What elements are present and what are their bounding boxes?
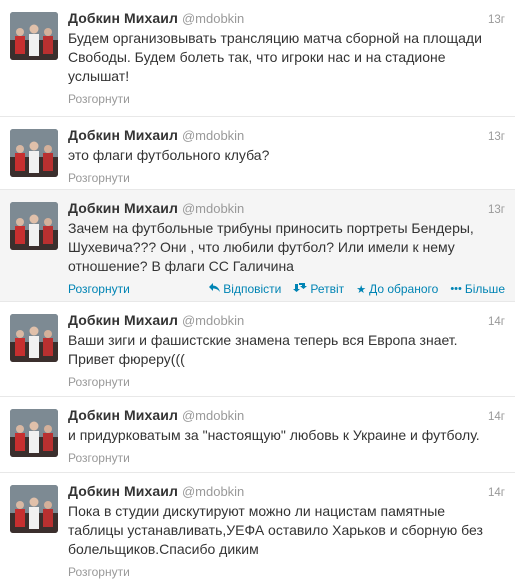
tweet-timestamp[interactable]: 13г xyxy=(488,14,505,26)
author-fullname[interactable]: Добкин Михаил xyxy=(68,127,178,143)
tweet-footer: Розгорнути xyxy=(68,559,505,585)
tweet-footer: Розгорнути xyxy=(68,165,505,191)
tweet-header: Добкин Михаил @mdobkin 13г xyxy=(68,200,505,218)
tweet-text: Пока в студии дискутируют можно ли нацис… xyxy=(68,503,483,557)
author-username[interactable]: @mdobkin xyxy=(182,201,244,216)
tweet-header: Добкин Михаил @mdobkin 14г xyxy=(68,407,505,425)
author-fullname[interactable]: Добкин Михаил xyxy=(68,10,178,26)
retweet-action[interactable]: Ретвіт xyxy=(293,282,344,296)
tweet-header: Добкин Михаил @mdobkin 13г xyxy=(68,127,505,145)
tweet-text: Зачем на футбольные трибуны приносить по… xyxy=(68,220,474,274)
tweet-footer: Розгорнути xyxy=(68,86,505,112)
tweet-footer: Розгорнути xyxy=(68,369,505,395)
retweet-icon xyxy=(293,283,308,295)
tweet-text: Ваши зиги и фашистские знамена теперь вс… xyxy=(68,332,458,367)
author-username[interactable]: @mdobkin xyxy=(182,484,244,499)
expand-link[interactable]: Розгорнути xyxy=(68,565,130,579)
favorite-action[interactable]: ★ До обраного xyxy=(356,282,438,296)
tweet[interactable]: Добкин Михаил @mdobkin 14г и придурковат… xyxy=(0,397,515,473)
tweet-timestamp[interactable]: 14г xyxy=(488,411,505,423)
group-photo-avatar[interactable] xyxy=(10,314,58,362)
tweet-actions: Відповісти Ретвіт ★ До обраного ••• Біль… xyxy=(197,282,505,296)
tweet-timestamp[interactable]: 13г xyxy=(488,131,505,143)
author-username[interactable]: @mdobkin xyxy=(182,128,244,143)
group-photo-avatar[interactable] xyxy=(10,409,58,457)
author-fullname[interactable]: Добкин Михаил xyxy=(68,200,178,216)
more-action[interactable]: ••• Більше xyxy=(450,282,505,296)
tweet[interactable]: Добкин Михаил @mdobkin 14г Пока в студии… xyxy=(0,473,515,587)
tweet[interactable]: Добкин Михаил @mdobkin 14г Ваши зиги и ф… xyxy=(0,302,515,397)
group-photo-avatar[interactable] xyxy=(10,12,58,60)
author-username[interactable]: @mdobkin xyxy=(182,313,244,328)
tweet[interactable]: Добкин Михаил @mdobkin 13г это флаги фут… xyxy=(0,117,515,190)
ellipsis-icon: ••• xyxy=(450,283,462,295)
favorite-label: До обраного xyxy=(369,282,439,296)
tweet-header: Добкин Михаил @mdobkin 14г xyxy=(68,483,505,501)
expand-link[interactable]: Розгорнути xyxy=(68,171,130,185)
group-photo-avatar[interactable] xyxy=(10,202,58,250)
more-label: Більше xyxy=(464,282,505,296)
reply-arrow-icon xyxy=(209,283,221,295)
reply-action[interactable]: Відповісти xyxy=(209,282,281,296)
tweet-text: это флаги футбольного клуба? xyxy=(68,147,270,163)
tweet-timestamp[interactable]: 14г xyxy=(488,487,505,499)
tweet[interactable]: Добкин Михаил @mdobkin 13г Будем организ… xyxy=(0,0,515,117)
expand-link[interactable]: Розгорнути xyxy=(68,282,130,296)
tweet-footer: Розгорнути Відповісти Ретвіт ★ До обрано… xyxy=(68,276,505,302)
expand-link[interactable]: Розгорнути xyxy=(68,375,130,389)
tweet-header: Добкин Михаил @mdobkin 14г xyxy=(68,312,505,330)
tweet-footer: Розгорнути xyxy=(68,445,505,471)
author-fullname[interactable]: Добкин Михаил xyxy=(68,407,178,423)
author-fullname[interactable]: Добкин Михаил xyxy=(68,483,178,499)
tweet-text: Будем организовывать трансляцию матча сб… xyxy=(68,30,482,84)
reply-label: Відповісти xyxy=(223,282,282,296)
retweet-label: Ретвіт xyxy=(310,282,345,296)
group-photo-avatar[interactable] xyxy=(10,485,58,533)
expand-link[interactable]: Розгорнути xyxy=(68,92,130,106)
tweet-text: и придурковатым за "настоящую" любовь к … xyxy=(68,427,480,443)
tweet-timestamp[interactable]: 13г xyxy=(488,204,505,216)
tweet-header: Добкин Михаил @mdobkin 13г xyxy=(68,10,505,28)
tweet[interactable]: Добкин Михаил @mdobkin 13г Зачем на футб… xyxy=(0,190,515,302)
author-fullname[interactable]: Добкин Михаил xyxy=(68,312,178,328)
tweet-timeline: Добкин Михаил @mdobkin 13г Будем организ… xyxy=(0,0,515,587)
author-username[interactable]: @mdobkin xyxy=(182,11,244,26)
author-username[interactable]: @mdobkin xyxy=(182,408,244,423)
tweet-timestamp[interactable]: 14г xyxy=(488,316,505,328)
star-icon: ★ xyxy=(356,283,367,296)
expand-link[interactable]: Розгорнути xyxy=(68,451,130,465)
group-photo-avatar[interactable] xyxy=(10,129,58,177)
